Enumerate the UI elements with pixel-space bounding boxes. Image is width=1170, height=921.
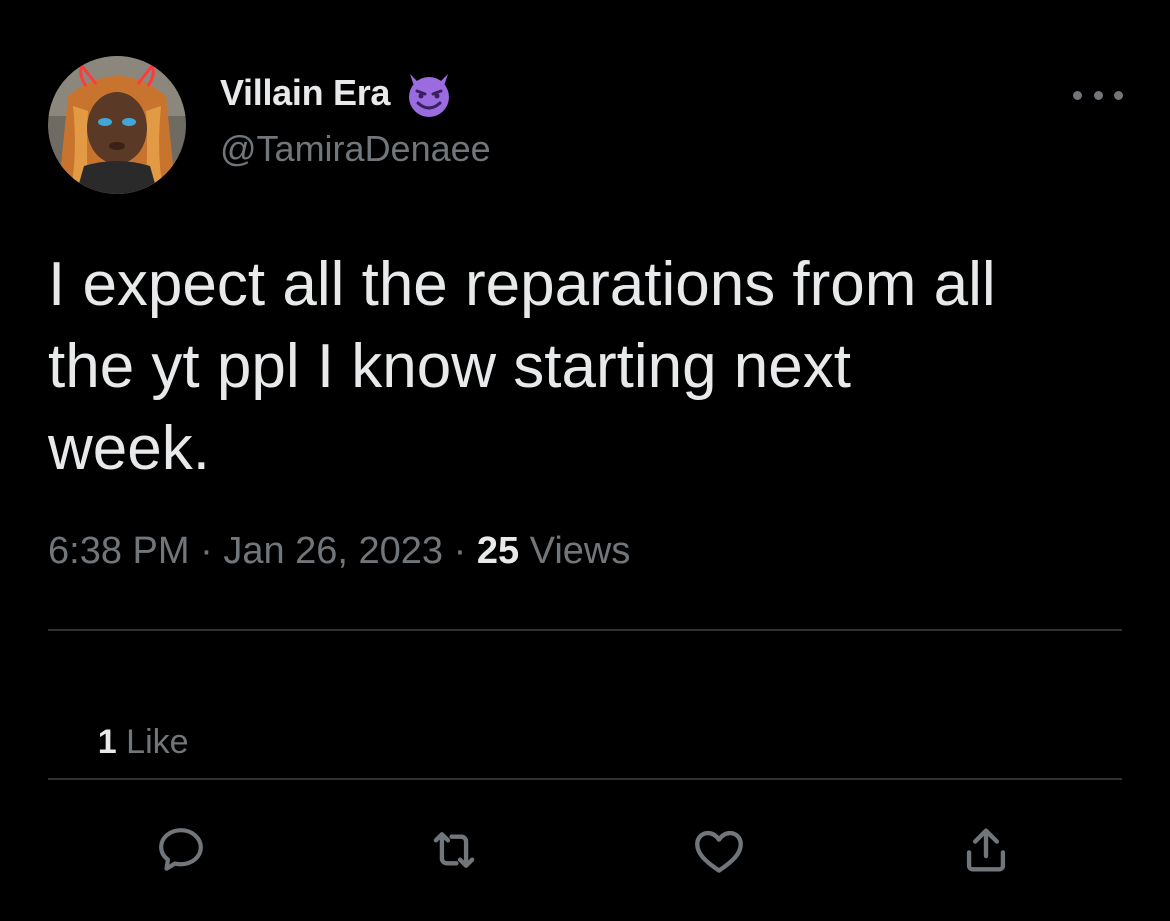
more-dot — [1093, 90, 1103, 100]
share-icon — [966, 828, 1006, 872]
likes-link[interactable]: 1 Like — [60, 684, 189, 801]
views-label: Views — [519, 530, 631, 572]
display-name[interactable]: Villain Era — [220, 72, 390, 114]
retweet-button[interactable] — [424, 820, 484, 880]
smiling-devil-emoji-icon — [402, 66, 456, 120]
author-name-row: Villain Era — [220, 66, 456, 120]
reply-icon — [159, 828, 203, 871]
more-dot — [1114, 90, 1123, 100]
tweet-time[interactable]: 6:38 PM — [48, 530, 190, 573]
like-button[interactable] — [689, 820, 749, 880]
likes-label: Like — [116, 723, 189, 761]
tweet-text: I expect all the reparations from all th… — [48, 250, 996, 483]
avatar[interactable] — [48, 56, 186, 194]
likes-count: 1 — [97, 723, 117, 761]
reply-button[interactable] — [151, 820, 211, 880]
tweet-metadata: 6:38 PM · Jan 26, 2023 · 25 Views — [48, 530, 630, 573]
tweet-detail: Villain Era @TamiraDenaee I expect all t… — [0, 0, 1170, 921]
share-button[interactable] — [956, 820, 1016, 880]
meta-separator: · — [189, 530, 224, 572]
meta-separator: · — [443, 530, 477, 572]
heart-icon — [695, 830, 743, 873]
tweet-date[interactable]: Jan 26, 2023 — [223, 530, 443, 573]
divider — [48, 778, 1122, 780]
more-dot — [1073, 90, 1082, 100]
retweet-icon — [433, 832, 475, 868]
avatar-image — [48, 56, 186, 194]
views-count: 25 — [476, 530, 520, 572]
divider — [48, 629, 1122, 631]
author-handle[interactable]: @TamiraDenaee — [220, 128, 491, 170]
more-horizontal-icon[interactable] — [1073, 80, 1123, 110]
